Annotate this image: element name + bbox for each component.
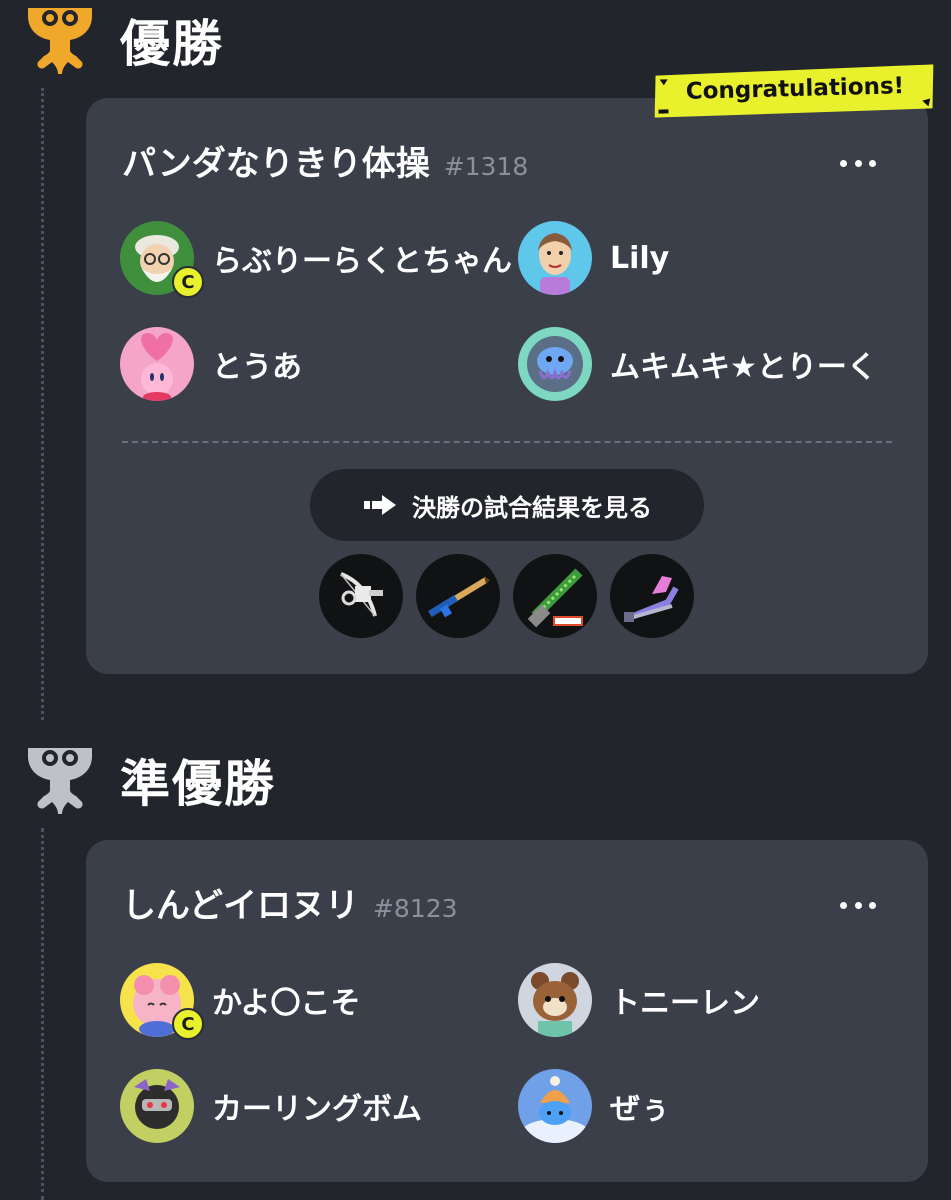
team-name-row: パンダなりきり体操 #1318 — [122, 136, 528, 185]
captain-badge: C — [172, 1008, 204, 1040]
saw-weapon-icon — [513, 554, 597, 638]
snow-character-avatar — [518, 1069, 592, 1143]
results-button-label: 決勝の試合結果を見る — [412, 493, 652, 522]
timeline-line-top — [41, 88, 44, 720]
robot-avatar — [120, 1069, 194, 1143]
dot-icon — [854, 901, 862, 909]
section-title: 準優勝 — [120, 755, 276, 813]
section-header-runner-up: 準優勝 — [18, 740, 276, 820]
timeline-line-bottom — [41, 828, 44, 1200]
team-name-row: しんどイロヌリ #8123 — [122, 878, 458, 927]
member-item[interactable]: トニーレン — [518, 962, 760, 1038]
more-options-button[interactable] — [840, 156, 876, 170]
member-item[interactable]: ムキムキ★とりーく — [518, 326, 877, 402]
divider — [122, 441, 892, 443]
jellyfish-avatar — [518, 327, 592, 401]
member-name: ムキムキ★とりーく — [610, 350, 877, 385]
more-options-button[interactable] — [840, 898, 876, 912]
congratulations-badge: Congratulations! — [653, 64, 936, 118]
splatana-weapon-icon — [610, 554, 694, 638]
dot-icon — [869, 901, 876, 909]
gold-trophy-icon — [28, 8, 92, 74]
member-name: ぜぅ — [610, 1092, 670, 1127]
tanuki-avatar — [518, 963, 592, 1037]
section-title: 優勝 — [120, 15, 224, 73]
mii-avatar — [518, 221, 592, 295]
team-name: パンダなりきり体操 — [122, 144, 430, 184]
dot-icon — [854, 159, 862, 167]
dot-icon — [840, 901, 847, 909]
team-name: しんどイロヌリ — [122, 886, 359, 926]
team-card-runner-up: しんどイロヌリ #8123 C かよ〇こそ トニーレン カーリングボム ぜぅ — [86, 840, 928, 1182]
member-name: トニーレン — [610, 986, 760, 1021]
member-item[interactable]: カーリングボム — [120, 1068, 422, 1144]
member-item[interactable]: C らぶりーらくとちゃん — [120, 220, 512, 298]
member-item[interactable]: とうあ — [120, 326, 302, 402]
member-name: Lily — [610, 240, 670, 276]
dot-icon — [869, 159, 876, 167]
member-item[interactable]: ぜぅ — [518, 1068, 670, 1144]
member-name: かよ〇こそ — [212, 986, 361, 1021]
member-item[interactable]: C かよ〇こそ — [120, 962, 361, 1040]
team-card-winner: パンダなりきり体操 #1318 C らぶりーらくとちゃん Lily とうあ ムキ… — [86, 98, 928, 674]
view-final-results-button[interactable]: 決勝の試合結果を見る — [310, 469, 704, 541]
kirby-avatar — [120, 327, 194, 401]
section-header-winner: 優勝 — [18, 0, 224, 80]
silver-trophy-icon — [28, 748, 92, 814]
brush-weapon-icon — [416, 554, 500, 638]
captain-badge: C — [172, 266, 204, 298]
team-id: #8123 — [372, 894, 458, 923]
member-item[interactable]: Lily — [518, 220, 669, 296]
team-id: #1318 — [443, 152, 529, 181]
arrow-right-icon — [364, 495, 396, 515]
dot-icon — [840, 159, 847, 167]
member-name: らぶりーらくとちゃん — [212, 244, 512, 279]
member-name: カーリングボム — [212, 1092, 422, 1127]
bow-weapon-icon — [319, 554, 403, 638]
member-name: とうあ — [212, 350, 302, 385]
